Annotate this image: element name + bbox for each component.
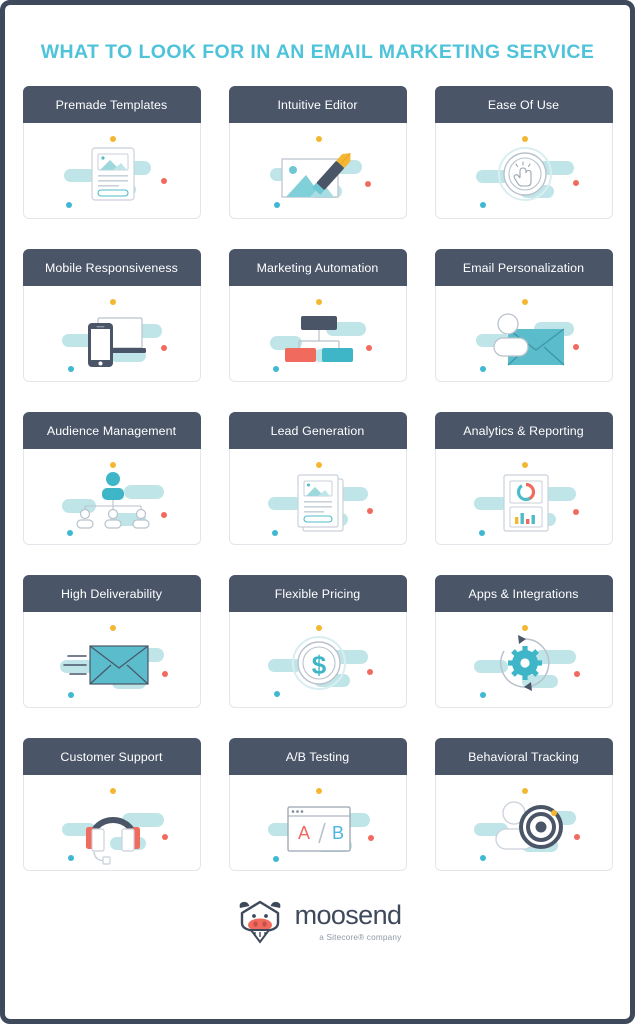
feature-card[interactable]: Lead Generation xyxy=(228,412,407,545)
brand-logo: moosend a Sitecore® company xyxy=(234,899,402,945)
flowchart-nodes-icon xyxy=(269,299,372,372)
pencil-image-edit-icon xyxy=(269,136,371,208)
card-illustration xyxy=(228,449,407,545)
card-illustration xyxy=(434,286,613,382)
feature-card[interactable]: Ease Of Use xyxy=(434,86,613,219)
card-title: Lead Generation xyxy=(228,412,407,449)
card-illustration xyxy=(434,612,613,708)
card-title: Audience Management xyxy=(22,412,201,449)
feature-card[interactable]: Analytics & Reporting xyxy=(434,412,613,545)
feature-card[interactable]: Intuitive Editor xyxy=(228,86,407,219)
feature-card-grid: Premade Templates Intuitive Editor Ease … xyxy=(8,86,627,871)
target-person-icon xyxy=(473,788,580,861)
footer: moosend a Sitecore® company xyxy=(8,899,627,945)
moosend-cow-logo xyxy=(239,900,280,944)
hand-click-circle-icon xyxy=(475,136,579,208)
card-title: Email Personalization xyxy=(434,249,613,286)
card-title: High Deliverability xyxy=(22,575,201,612)
feature-card[interactable]: Audience Management xyxy=(22,412,201,545)
person-envelope-icon xyxy=(475,299,579,372)
card-title: Mobile Responsiveness xyxy=(22,249,201,286)
brand-name: moosend xyxy=(294,899,402,930)
phone-laptop-devices-icon xyxy=(61,299,167,372)
feature-card[interactable]: A/B Testing A B xyxy=(228,738,407,871)
feature-card[interactable]: Email Personalization xyxy=(434,249,613,382)
card-illustration xyxy=(22,286,201,382)
svg-text:A: A xyxy=(297,823,309,843)
headset-icon xyxy=(61,788,168,865)
card-illustration xyxy=(22,449,201,545)
card-illustration xyxy=(228,286,407,382)
svg-text:B: B xyxy=(331,823,343,843)
card-title: Apps & Integrations xyxy=(434,575,613,612)
feature-card[interactable]: Apps & Integrations xyxy=(434,575,613,708)
stacked-documents-icon xyxy=(267,462,373,536)
card-illustration: $ xyxy=(228,612,407,708)
donut-bar-chart-report-icon xyxy=(473,462,579,536)
gear-refresh-icon xyxy=(473,625,580,698)
card-title: Customer Support xyxy=(22,738,201,775)
card-illustration xyxy=(228,123,407,219)
card-illustration xyxy=(22,612,201,708)
card-title: Marketing Automation xyxy=(228,249,407,286)
feature-card[interactable]: Behavioral Tracking xyxy=(434,738,613,871)
card-title: Intuitive Editor xyxy=(228,86,407,123)
svg-text:$: $ xyxy=(311,650,326,680)
card-title: A/B Testing xyxy=(228,738,407,775)
feature-card[interactable]: Mobile Responsiveness xyxy=(22,249,201,382)
card-illustration xyxy=(22,123,201,219)
card-title: Flexible Pricing xyxy=(228,575,407,612)
feature-card[interactable]: Marketing Automation xyxy=(228,249,407,382)
card-illustration: A B xyxy=(228,775,407,871)
card-title: Ease Of Use xyxy=(434,86,613,123)
card-illustration xyxy=(434,775,613,871)
dollar-coin-icon: $ xyxy=(267,625,373,697)
card-illustration xyxy=(22,775,201,871)
infographic-page: WHAT TO LOOK FOR IN AN EMAIL MARKETING S… xyxy=(8,8,627,1016)
card-title: Analytics & Reporting xyxy=(434,412,613,449)
flying-envelope-icon xyxy=(59,625,168,698)
feature-card[interactable]: Premade Templates xyxy=(22,86,201,219)
brand-tagline: a Sitecore® company xyxy=(319,932,402,942)
page-title: WHAT TO LOOK FOR IN AN EMAIL MARKETING S… xyxy=(40,41,595,63)
feature-card[interactable]: Flexible Pricing $ xyxy=(228,575,407,708)
card-title: Behavioral Tracking xyxy=(434,738,613,775)
card-illustration xyxy=(434,449,613,545)
org-chart-people-icon xyxy=(61,462,167,536)
feature-card[interactable]: High Deliverability xyxy=(22,575,201,708)
card-title: Premade Templates xyxy=(22,86,201,123)
document-template-icon xyxy=(63,136,167,208)
browser-ab-split-icon: A B xyxy=(267,788,374,862)
infographic-frame: WHAT TO LOOK FOR IN AN EMAIL MARKETING S… xyxy=(0,0,635,1024)
card-illustration xyxy=(434,123,613,219)
feature-card[interactable]: Customer Support xyxy=(22,738,201,871)
